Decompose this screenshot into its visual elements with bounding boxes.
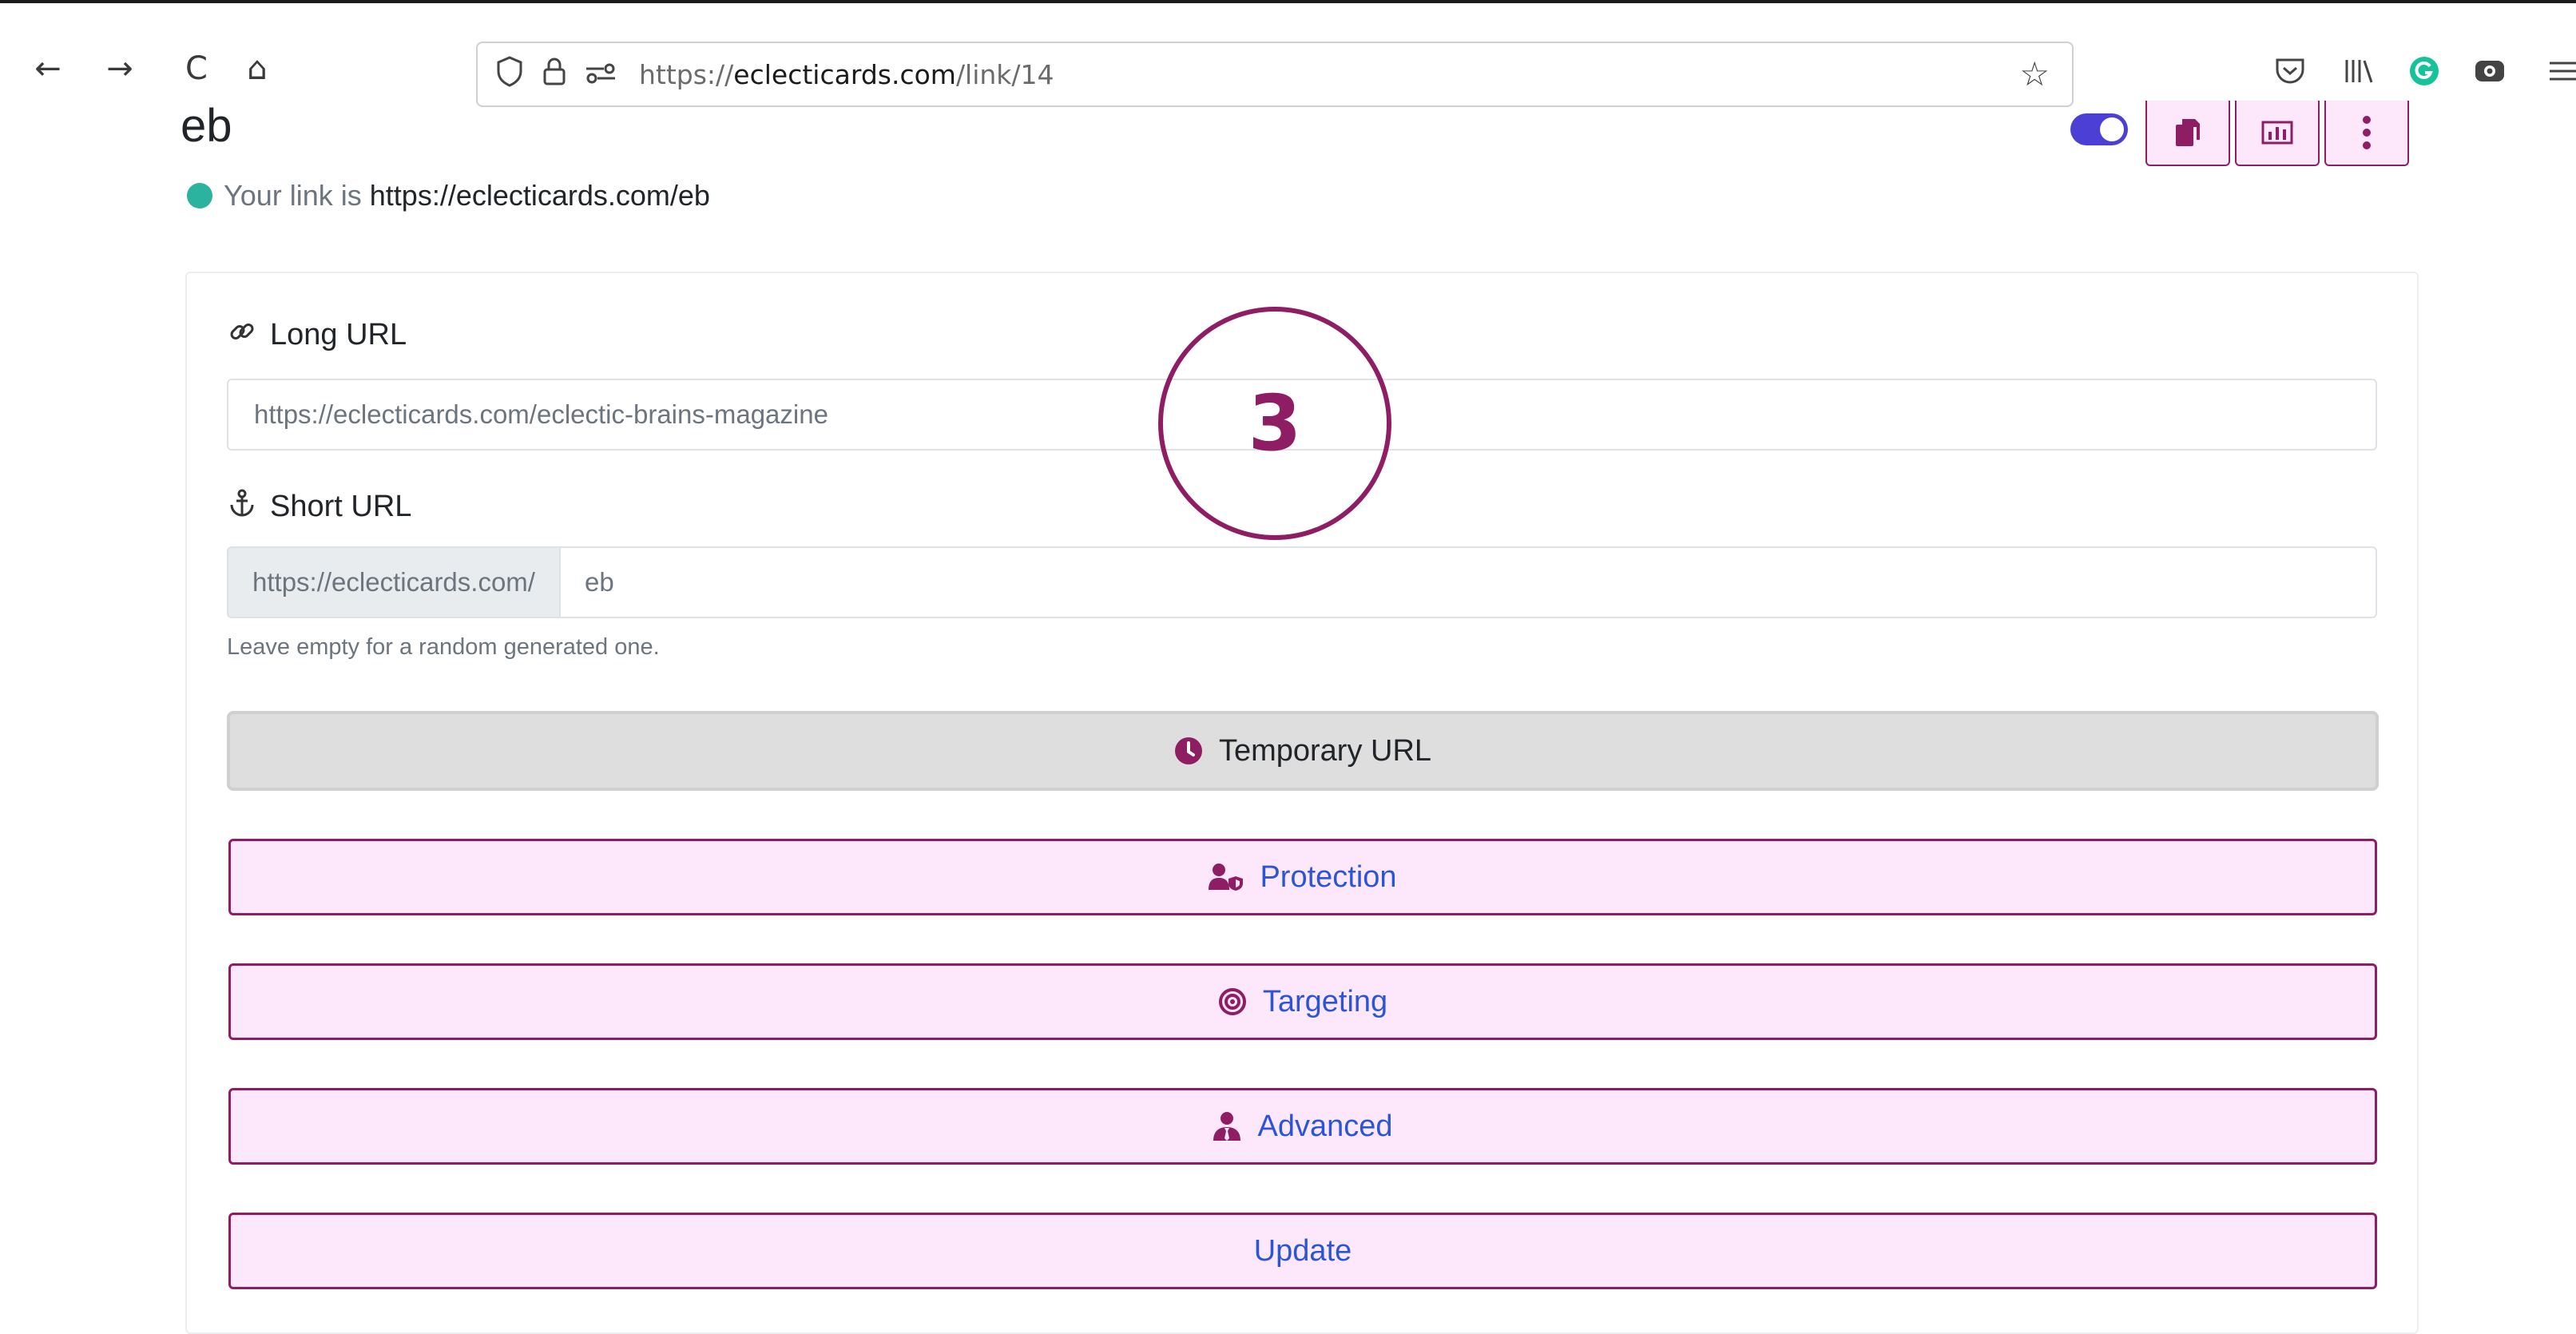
user-tie-icon [1213,1111,1241,1141]
target-icon [1218,987,1247,1016]
browser-toolbar: ← → C ⌂ https://eclecticards.com/link/14… [0,0,2576,108]
long-url-label-text: Long URL [270,318,407,351]
permissions-icon[interactable] [585,57,617,92]
short-url-label-text: Short URL [270,490,412,523]
status-dot-icon [187,183,212,208]
more-options-button[interactable] [2324,101,2409,166]
short-url-input-group[interactable]: https://eclecticards.com/ eb [227,546,2377,618]
page-title: eb [181,100,232,152]
user-shield-icon [1209,863,1244,891]
status-prefix: Your link is [224,179,362,212]
menu-icon[interactable] [2548,51,2576,91]
clock-icon [1174,736,1203,765]
temporary-url-button[interactable]: Temporary URL [227,711,2379,791]
toggle-knob [2100,117,2124,141]
extension-icon[interactable] [2470,51,2510,91]
protection-label: Protection [1260,860,1397,894]
copy-button[interactable] [2145,101,2230,166]
short-url-help: Leave empty for a random generated one. [227,634,660,660]
step-marker: 3 [1158,307,1391,540]
url-text[interactable]: https://eclecticards.com/link/14 [639,59,1054,90]
anchor-icon [228,489,256,525]
link-icon [228,318,256,352]
advanced-button[interactable]: Advanced [228,1088,2377,1165]
update-button[interactable]: Update [228,1213,2377,1289]
bookmark-star-icon[interactable]: ☆ [2019,54,2050,93]
targeting-button[interactable]: Targeting [228,963,2377,1040]
stats-button[interactable] [2235,101,2320,166]
temporary-url-label: Temporary URL [1218,733,1432,768]
link-status: Your link is https://eclecticards.com/eb [187,179,710,212]
chart-icon [2261,121,2293,145]
grammarly-icon[interactable] [2404,51,2444,91]
copy-icon [2176,119,2200,146]
targeting-label: Targeting [1262,984,1388,1018]
library-icon[interactable] [2339,51,2379,91]
short-url-prefix: https://eclecticards.com/ [228,548,561,617]
protection-button[interactable]: Protection [228,839,2377,915]
update-label: Update [1253,1233,1352,1268]
lock-icon[interactable] [542,55,567,94]
more-vertical-icon [2363,116,2371,149]
shield-icon[interactable] [495,55,524,94]
home-icon[interactable]: ⌂ [233,45,281,93]
long-url-label: Long URL [228,318,407,352]
enable-toggle[interactable] [2070,113,2128,145]
back-icon[interactable]: ← [24,45,72,93]
pocket-icon[interactable] [2270,51,2310,91]
reload-icon[interactable]: C [173,45,220,93]
forward-icon[interactable]: → [96,45,144,93]
advanced-label: Advanced [1257,1109,1393,1143]
long-url-value: https://eclecticards.com/eclectic-brains… [254,399,828,429]
short-url-label: Short URL [228,489,411,525]
short-url-value[interactable]: eb [585,567,614,598]
short-link[interactable]: https://eclecticards.com/eb [370,179,710,212]
address-bar[interactable]: https://eclecticards.com/link/14 ☆ [476,42,2074,107]
